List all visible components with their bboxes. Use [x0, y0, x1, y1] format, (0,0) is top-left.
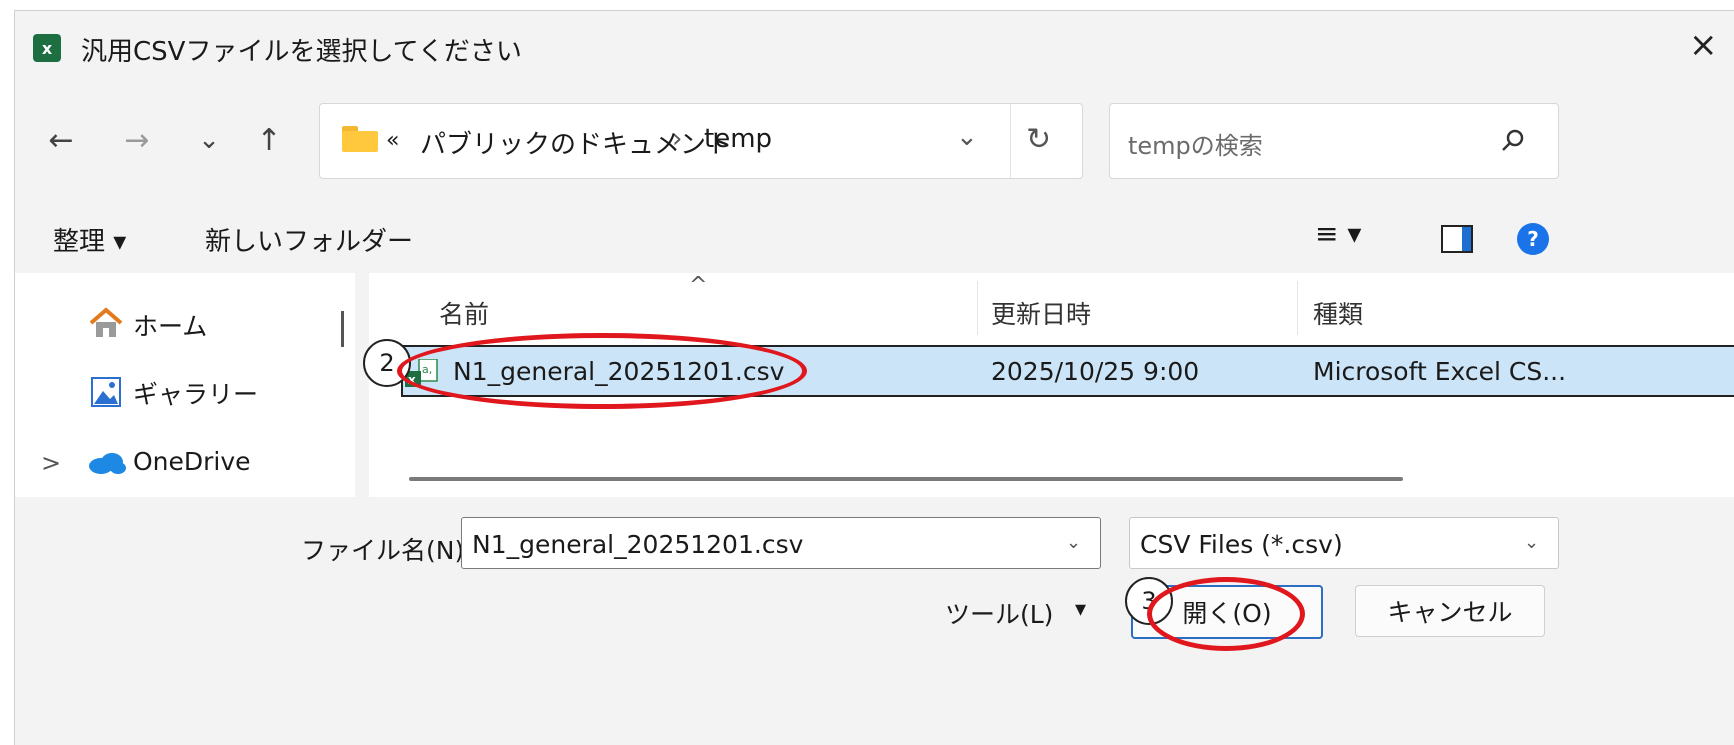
svg-text:x: x — [408, 373, 416, 387]
close-button[interactable]: × — [1689, 25, 1718, 65]
search-icon[interactable] — [1500, 128, 1526, 154]
file-open-dialog: x 汎用CSVファイルを選択してください × ← → ⌄ ↑ « パブリックのド… — [14, 10, 1734, 745]
home-icon — [89, 307, 123, 337]
gallery-icon — [91, 377, 121, 407]
horizontal-scrollbar[interactable] — [409, 477, 1403, 481]
excel-app-icon: x — [33, 34, 61, 62]
filetype-select[interactable]: CSV Files (*.csv) ⌄ — [1129, 517, 1559, 569]
organize-menu[interactable]: 整理 ▾ — [53, 221, 126, 258]
search-box[interactable]: tempの検索 — [1109, 103, 1559, 179]
filename-value: N1_general_20251201.csv — [472, 530, 804, 559]
address-bar[interactable]: « パブリックのドキュメント › temp ⌄ ↻ — [319, 103, 1083, 179]
filetype-value: CSV Files (*.csv) — [1140, 530, 1343, 559]
new-folder-button[interactable]: 新しいフォルダー — [205, 221, 413, 258]
column-header-modified[interactable]: 更新日時 — [991, 295, 1091, 331]
search-placeholder: tempの検索 — [1128, 132, 1263, 160]
file-type-cell: Microsoft Excel CS... — [1313, 357, 1567, 386]
preview-pane-icon[interactable] — [1441, 225, 1473, 253]
view-menu-button[interactable]: ≡ ▾ — [1315, 217, 1361, 250]
sidebar-item-home[interactable]: ホーム — [133, 307, 207, 343]
breadcrumb-overflow[interactable]: « — [386, 128, 399, 153]
up-button[interactable]: ↑ — [247, 118, 291, 162]
tools-menu[interactable]: ツール(L) — [945, 595, 1053, 631]
callout-step-2: 2 — [363, 339, 411, 387]
sidebar-item-gallery[interactable]: ギャラリー — [133, 375, 258, 411]
address-dropdown-button[interactable]: ⌄ — [956, 122, 978, 152]
file-name-cell: N1_general_20251201.csv — [453, 357, 785, 386]
cloud-icon — [89, 453, 126, 474]
folder-icon — [342, 126, 378, 152]
nav-pane-scrollbar[interactable] — [341, 311, 344, 347]
title-bar: x 汎用CSVファイルを選択してください × — [15, 11, 1734, 81]
recent-locations-button[interactable]: ⌄ — [187, 118, 231, 162]
column-divider[interactable] — [1297, 281, 1298, 335]
callout-step-3: 3 — [1125, 577, 1173, 625]
breadcrumb-temp[interactable]: temp — [704, 124, 772, 154]
table-row[interactable]: a, x N1_general_20251201.csv 2025/10/25 … — [401, 345, 1734, 397]
breadcrumb-public-documents[interactable]: パブリックのドキュメント — [420, 124, 732, 161]
filename-dropdown-icon[interactable]: ⌄ — [1066, 532, 1081, 553]
sidebar-item-onedrive[interactable]: OneDrive — [133, 447, 251, 476]
sort-arrow-icon: ^ — [689, 273, 708, 298]
cancel-button[interactable]: キャンセル — [1355, 585, 1545, 637]
help-icon[interactable]: ? — [1517, 223, 1549, 255]
address-divider — [1010, 104, 1011, 178]
file-list: ^ 名前 更新日時 種類 a, x N1_general_20251201.cs… — [369, 273, 1734, 497]
file-modified-cell: 2025/10/25 9:00 — [991, 357, 1200, 386]
tools-dropdown-icon[interactable]: ▾ — [1075, 597, 1086, 622]
dialog-title: 汎用CSVファイルを選択してください — [81, 37, 522, 67]
breadcrumb-separator[interactable]: › — [672, 124, 682, 154]
svg-text:a,: a, — [422, 363, 432, 376]
forward-button[interactable]: → — [115, 118, 159, 162]
filename-input[interactable]: N1_general_20251201.csv ⌄ — [461, 517, 1101, 569]
column-header-type[interactable]: 種類 — [1313, 295, 1363, 331]
refresh-icon[interactable]: ↻ — [1026, 122, 1051, 157]
filetype-dropdown-icon[interactable]: ⌄ — [1524, 532, 1539, 553]
back-button[interactable]: ← — [39, 118, 83, 162]
column-header-name[interactable]: 名前 — [439, 295, 489, 331]
filename-label: ファイル名(N): — [301, 536, 473, 565]
navigation-pane: ホーム ギャラリー > OneDrive — [15, 273, 355, 497]
onedrive-expander[interactable]: > — [41, 449, 61, 477]
column-divider[interactable] — [977, 281, 978, 335]
